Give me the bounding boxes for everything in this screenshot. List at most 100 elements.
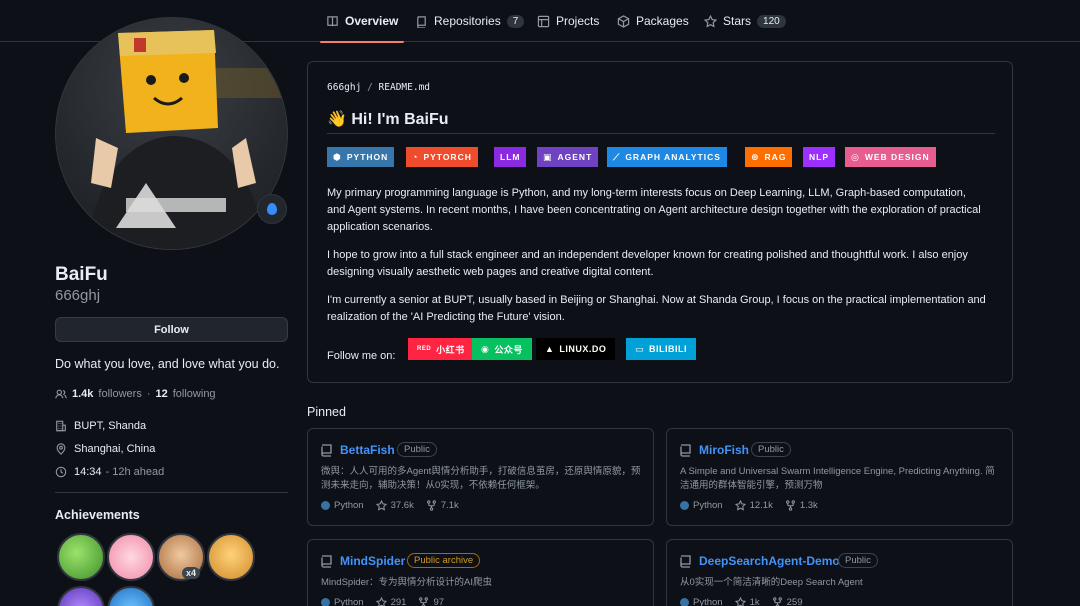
- star-icon: [375, 500, 387, 511]
- forks-link[interactable]: 97: [418, 597, 444, 606]
- language: Python: [321, 500, 364, 511]
- profile-company: BUPT, Shanda: [74, 420, 147, 432]
- wechat-icon: ◉: [481, 343, 490, 354]
- fork-icon: [772, 597, 782, 606]
- achievement-pair-extraordinaire-icon[interactable]: [57, 533, 105, 581]
- social-wechat-button[interactable]: ◉ 公众号: [472, 338, 532, 360]
- forks-link[interactable]: 1.3k: [785, 500, 818, 511]
- achievement-starstruck-icon[interactable]: [207, 533, 255, 581]
- social-label: LINUX.DO: [559, 344, 607, 354]
- tab-packages[interactable]: Packages: [611, 0, 695, 42]
- pytorch-icon: ◔: [412, 152, 419, 162]
- social-label: 小红书: [436, 344, 465, 355]
- badge-label: WEB DESIGN: [864, 152, 930, 162]
- social-linuxdo-button[interactable]: ▲ LINUX.DO: [536, 338, 616, 360]
- tab-label: Packages: [636, 14, 689, 28]
- repo-description: MindSpider：专为舆情分析设计的AI爬虫: [321, 577, 493, 588]
- readme-file[interactable]: README.md: [379, 82, 430, 93]
- repo-name-link[interactable]: MindSpider: [340, 554, 405, 568]
- separator-dot: ·: [146, 388, 151, 400]
- badge-nlp: NLP: [803, 147, 835, 167]
- graph-icon: ⟋: [613, 151, 621, 162]
- readme-owner[interactable]: 666ghj: [327, 82, 361, 93]
- following-label[interactable]: following: [173, 388, 216, 400]
- stars-link[interactable]: 1k: [734, 597, 760, 606]
- readme-rule: [327, 133, 995, 134]
- drop-icon: [267, 203, 277, 215]
- repo-stats: Python 37.6k 7.1k: [321, 500, 459, 511]
- pinned-title: Pinned: [307, 405, 346, 419]
- badge-python: ⬢ PYTHON: [327, 147, 395, 167]
- readme-paragraph-2: I hope to grow into a full stack enginee…: [327, 249, 968, 278]
- forks-link[interactable]: 259: [772, 597, 802, 606]
- forks-count: 1.3k: [799, 500, 818, 511]
- book-icon: [327, 15, 338, 26]
- star-icon: [375, 597, 387, 606]
- tab-label: Repositories: [434, 14, 501, 28]
- fork-icon: [426, 500, 436, 511]
- language-color-dot: [680, 501, 689, 510]
- table-icon: [537, 15, 550, 27]
- profile-name: BaiFu: [55, 264, 108, 285]
- profile-bio: Do what you love, and love what you do.: [55, 357, 280, 371]
- repo-name-link[interactable]: MiroFish: [699, 443, 749, 457]
- achievement-yolo-icon[interactable]: [107, 533, 155, 581]
- language-label: Python: [693, 500, 723, 511]
- repo-stats: Python 291 97: [321, 597, 444, 606]
- pinned-card: DeepSearchAgent-Demo Public 从0实现一个简洁清晰的D…: [666, 539, 1013, 606]
- follow-button[interactable]: Follow: [55, 317, 288, 342]
- badge-label: RAG: [764, 152, 787, 162]
- tab-projects[interactable]: Projects: [531, 0, 605, 42]
- repo-stats: Python 1k 259: [680, 597, 802, 606]
- achievement-galaxy-brain-icon[interactable]: [107, 586, 155, 606]
- social-label: 公众号: [494, 344, 523, 355]
- follow-me-label: Follow me on:: [327, 350, 396, 362]
- package-icon: [617, 14, 630, 28]
- social-label: BILIBILI: [649, 344, 688, 354]
- badge-label: AGENT: [557, 152, 593, 162]
- pinned-card: MiroFish Public A Simple and Universal S…: [666, 428, 1013, 526]
- badge-agent: ▣ AGENT: [537, 147, 599, 167]
- repo-icon: [321, 444, 332, 457]
- stars-link[interactable]: 37.6k: [375, 500, 414, 511]
- repo-stats: Python 12.1k 1.3k: [680, 500, 818, 511]
- star-icon: [734, 597, 746, 606]
- stars-count: 37.6k: [390, 500, 414, 511]
- achievements-title[interactable]: Achievements: [55, 508, 140, 522]
- stars-count: 1k: [749, 597, 760, 606]
- badge-llm: LLM: [494, 147, 527, 167]
- forks-link[interactable]: 7.1k: [426, 500, 459, 511]
- time-row: 14:34 - 12h ahead: [55, 466, 164, 478]
- repo-name-link[interactable]: BettaFish: [340, 443, 395, 457]
- rag-icon: ⊛: [751, 151, 760, 162]
- achievement-quickdraw-icon[interactable]: [57, 586, 105, 606]
- social-xiaohongshu-button[interactable]: RED 小红书: [408, 338, 474, 360]
- tab-repositories[interactable]: Repositories 7: [409, 0, 530, 42]
- followers-count[interactable]: 1.4k: [72, 388, 93, 400]
- location-icon: [56, 443, 66, 455]
- following-count[interactable]: 12: [156, 388, 168, 400]
- clock-icon: [55, 466, 67, 478]
- repo-name-link[interactable]: DeepSearchAgent-Demo: [699, 554, 840, 568]
- status-emoji-button[interactable]: [257, 194, 287, 224]
- badge-label: GRAPH ANALYTICS: [625, 152, 721, 162]
- profile-readme: 666ghj / README.md 👋 Hi! I'm BaiFu ⬢ PYTH…: [307, 61, 1013, 383]
- language-label: Python: [334, 500, 364, 511]
- xiaohongshu-icon: RED: [417, 346, 432, 352]
- stars-link[interactable]: 291: [375, 597, 406, 606]
- stars-link[interactable]: 12.1k: [734, 500, 773, 511]
- readme-path: 666ghj / README.md: [327, 82, 430, 93]
- star-icon: [734, 500, 746, 511]
- badge-graph-analytics: ⟋ GRAPH ANALYTICS: [607, 147, 727, 167]
- language-label: Python: [693, 597, 723, 606]
- visibility-badge: Public: [751, 442, 791, 457]
- tab-stars[interactable]: Stars 120: [698, 0, 792, 42]
- avatar[interactable]: [55, 17, 288, 250]
- fork-icon: [785, 500, 795, 511]
- tab-overview[interactable]: Overview: [320, 0, 405, 43]
- social-bilibili-button[interactable]: ▭ BILIBILI: [626, 338, 697, 360]
- profile-login: 666ghj: [55, 287, 101, 304]
- followers-label[interactable]: followers: [98, 388, 141, 400]
- badge-rag: ⊛ RAG: [745, 147, 793, 167]
- readme-paragraph-1: My primary programming language is Pytho…: [327, 187, 981, 233]
